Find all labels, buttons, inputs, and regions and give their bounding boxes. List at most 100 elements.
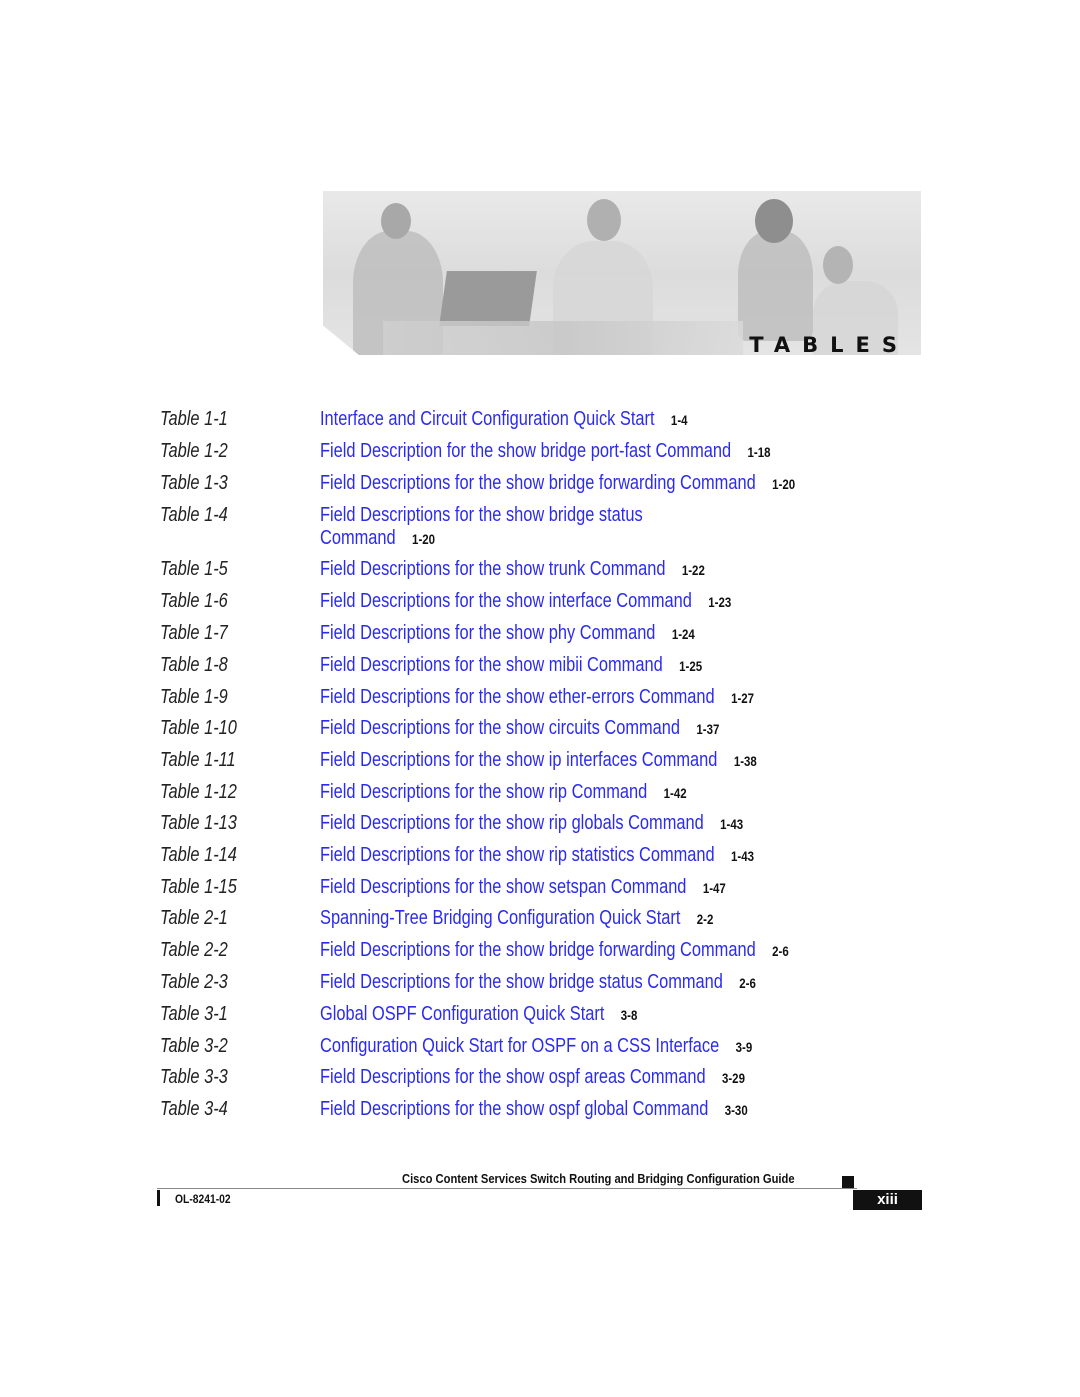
- toc-title: Spanning-Tree Bridging Configuration Qui…: [320, 907, 713, 930]
- page-ref[interactable]: 1-37: [696, 721, 719, 737]
- toc-entry: Table 1-4 Field Descriptions for the show…: [0, 504, 1080, 549]
- table-label: Table 1-12: [160, 781, 237, 803]
- table-title-link[interactable]: Field Descriptions for the show bridge s…: [320, 971, 723, 993]
- page-ref[interactable]: 3-9: [736, 1039, 753, 1055]
- toc-entry: Table 1-1 Interface and Circuit Configura…: [0, 408, 1080, 432]
- toc-title: Field Descriptions for the show phy Comm…: [320, 622, 695, 645]
- toc-entry: Table 1-2 Field Description for the show …: [0, 440, 1080, 464]
- page-ref[interactable]: 1-22: [682, 562, 705, 578]
- page-ref[interactable]: 1-20: [772, 476, 795, 492]
- toc-entry: Table 3-2 Configuration Quick Start for O…: [0, 1035, 1080, 1059]
- banner-title: TABLES: [749, 333, 909, 355]
- table-title-link[interactable]: Field Descriptions for the show mibii Co…: [320, 654, 663, 676]
- toc-title: Field Descriptions for the show interfac…: [320, 590, 731, 613]
- page-ref[interactable]: 3-29: [722, 1070, 745, 1086]
- person-head: [587, 199, 621, 241]
- person-head: [755, 199, 793, 243]
- toc-title: Field Descriptions for the show ip inter…: [320, 749, 757, 772]
- toc-entry: Table 1-3 Field Descriptions for the show…: [0, 472, 1080, 496]
- page-ref[interactable]: 1-20: [412, 531, 435, 547]
- page-number: xiii: [853, 1190, 922, 1210]
- page-ref[interactable]: 2-6: [772, 943, 789, 959]
- table-title-link[interactable]: Field Descriptions for the show rip glob…: [320, 812, 704, 834]
- table-title-link[interactable]: Field Descriptions for the show circuits…: [320, 717, 680, 739]
- toc-title: Configuration Quick Start for OSPF on a …: [320, 1035, 752, 1058]
- toc-title: Field Descriptions for the show bridge f…: [320, 939, 789, 962]
- table-title-link[interactable]: Field Descriptions for the show bridge f…: [320, 472, 756, 494]
- person-figure: [738, 231, 813, 341]
- table-title-link[interactable]: Command: [320, 527, 396, 549]
- page-ref[interactable]: 1-23: [708, 594, 731, 610]
- table-label: Table 3-4: [160, 1098, 228, 1120]
- page-ref[interactable]: 1-43: [720, 816, 743, 832]
- toc-title-line2: Command 1-20: [320, 527, 643, 550]
- table-label: Table 3-2: [160, 1035, 228, 1057]
- table-title-link[interactable]: Field Descriptions for the show ospf glo…: [320, 1098, 708, 1120]
- page-ref[interactable]: 1-27: [731, 690, 754, 706]
- page-ref[interactable]: 2-6: [739, 975, 756, 991]
- page-ref[interactable]: 1-25: [679, 658, 702, 674]
- toc-title: Field Descriptions for the show trunk Co…: [320, 558, 705, 581]
- table-title-link[interactable]: Field Descriptions for the show phy Comm…: [320, 622, 655, 644]
- toc-title: Field Descriptions for the show ether-er…: [320, 686, 754, 709]
- table-title-link[interactable]: Spanning-Tree Bridging Configuration Qui…: [320, 907, 680, 929]
- toc-title: Field Descriptions for the show ospf are…: [320, 1066, 745, 1089]
- toc-entry: Table 3-3 Field Descriptions for the show…: [0, 1066, 1080, 1090]
- page-ref[interactable]: 1-4: [671, 412, 688, 428]
- table-label: Table 1-3: [160, 472, 228, 494]
- toc-title: Field Descriptions for the show bridge s…: [320, 971, 756, 994]
- toc-entry: Table 2-1 Spanning-Tree Bridging Configur…: [0, 907, 1080, 931]
- toc-title: Field Descriptions for the show ospf glo…: [320, 1098, 748, 1121]
- toc-title: Global OSPF Configuration Quick Start 3-8: [320, 1003, 637, 1026]
- table-title-link[interactable]: Field Descriptions for the show rip Comm…: [320, 781, 647, 803]
- page-ref[interactable]: 1-38: [734, 753, 757, 769]
- page-ref[interactable]: 1-24: [672, 626, 695, 642]
- page-ref[interactable]: 1-18: [747, 444, 770, 460]
- table-title-link[interactable]: Field Descriptions for the show setspan …: [320, 876, 686, 898]
- table-title-link[interactable]: Configuration Quick Start for OSPF on a …: [320, 1035, 719, 1057]
- page-ref[interactable]: 1-42: [664, 785, 687, 801]
- toc-entry: Table 1-12 Field Descriptions for the sho…: [0, 781, 1080, 805]
- table-title-link[interactable]: Global OSPF Configuration Quick Start: [320, 1003, 604, 1025]
- footer-divider: [157, 1188, 857, 1189]
- table-label: Table 1-13: [160, 812, 237, 834]
- table-title-link[interactable]: Field Descriptions for the show ether-er…: [320, 686, 715, 708]
- table-title-link[interactable]: Field Descriptions for the show ip inter…: [320, 749, 717, 771]
- toc-entry: Table 3-1 Global OSPF Configuration Quick…: [0, 1003, 1080, 1027]
- table-title-link[interactable]: Field Descriptions for the show bridge s…: [320, 504, 643, 526]
- table-title-link[interactable]: Field Description for the show bridge po…: [320, 440, 731, 462]
- doc-number: OL-8241-02: [175, 1192, 231, 1206]
- table-title-link[interactable]: Field Descriptions for the show ospf are…: [320, 1066, 706, 1088]
- toc-title: Field Descriptions for the show rip stat…: [320, 844, 754, 867]
- table-title-link[interactable]: Field Descriptions for the show trunk Co…: [320, 558, 665, 580]
- table-title-link[interactable]: Field Descriptions for the show interfac…: [320, 590, 692, 612]
- page-ref[interactable]: 1-47: [703, 880, 726, 896]
- table-label: Table 2-1: [160, 907, 228, 929]
- toc-entry: Table 3-4 Field Descriptions for the show…: [0, 1098, 1080, 1122]
- table-label: Table 2-3: [160, 971, 228, 993]
- toc-title: Interface and Circuit Configuration Quic…: [320, 408, 688, 431]
- page-ref[interactable]: 3-8: [621, 1007, 638, 1023]
- page-ref[interactable]: 1-43: [731, 848, 754, 864]
- toc-title: Field Descriptions for the show bridge s…: [320, 504, 643, 550]
- guide-title: Cisco Content Services Switch Routing an…: [402, 1171, 795, 1186]
- toc-entry: Table 1-14 Field Descriptions for the sho…: [0, 844, 1080, 868]
- table-label: Table 1-11: [160, 749, 236, 771]
- table-title-link[interactable]: Interface and Circuit Configuration Quic…: [320, 408, 655, 430]
- table-label: Table 1-8: [160, 654, 228, 676]
- toc-entry: Table 1-8 Field Descriptions for the show…: [0, 654, 1080, 678]
- page-ref[interactable]: 2-2: [697, 911, 714, 927]
- toc-entry: Table 1-5 Field Descriptions for the show…: [0, 558, 1080, 582]
- laptop-shape: [439, 271, 537, 326]
- person-head: [381, 203, 411, 239]
- footer-bar: [157, 1190, 160, 1206]
- table-label: Table 1-6: [160, 590, 228, 612]
- page-ref[interactable]: 3-30: [725, 1102, 748, 1118]
- table-title-link[interactable]: Field Descriptions for the show rip stat…: [320, 844, 715, 866]
- footer-marker: [842, 1176, 854, 1188]
- table-label: Table 1-9: [160, 686, 228, 708]
- toc-entry: Table 1-13 Field Descriptions for the sho…: [0, 812, 1080, 836]
- toc-entry: Table 1-10 Field Descriptions for the sho…: [0, 717, 1080, 741]
- table-title-link[interactable]: Field Descriptions for the show bridge f…: [320, 939, 756, 961]
- table-label: Table 1-2: [160, 440, 228, 462]
